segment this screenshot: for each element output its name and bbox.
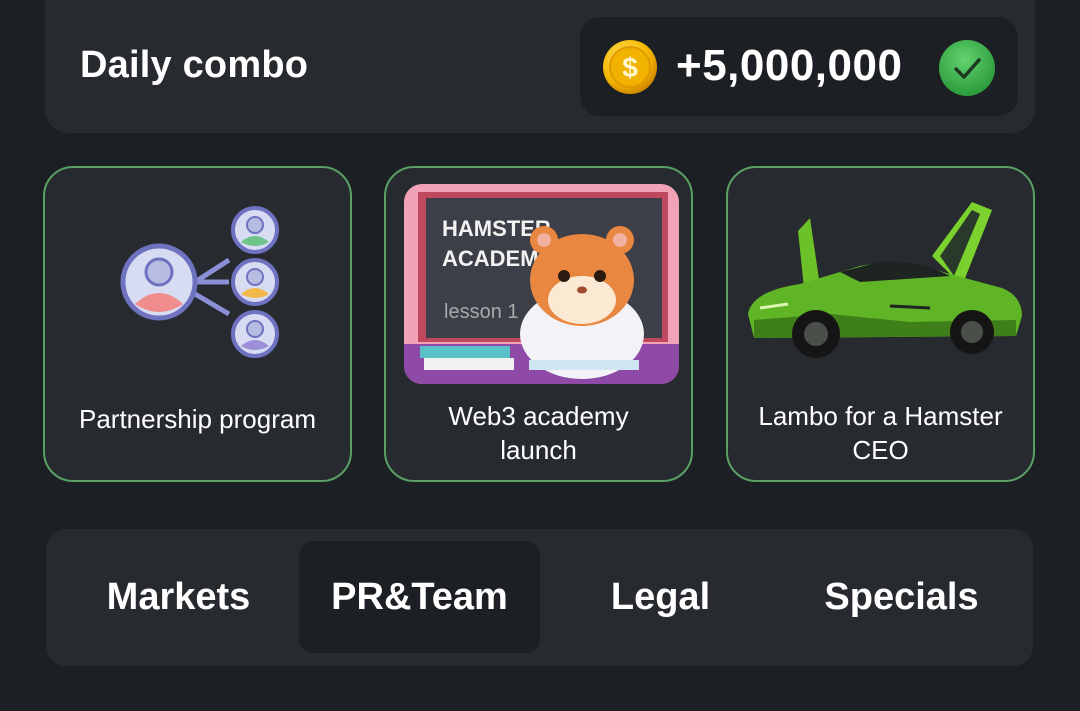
reward-amount: +5,000,000 — [676, 41, 903, 90]
card-label: Partnership program — [79, 404, 316, 434]
card-partnership-program[interactable]: Partnership program — [43, 166, 352, 482]
card-lambo-for-hamster-ceo[interactable]: Lambo for a Hamster CEO — [726, 166, 1035, 482]
hamster-academy-image: HAMSTER ACADEMY lesson 1 — [404, 184, 679, 384]
daily-combo-reward: $ +5,000,000 — [580, 17, 1018, 116]
tab-legal[interactable]: Legal — [540, 541, 781, 653]
svg-text:lesson 1: lesson 1 — [444, 301, 519, 323]
svg-text:$: $ — [622, 52, 638, 83]
green-lambo-image — [748, 202, 1022, 358]
card-label: Web3 academy launch — [448, 401, 629, 465]
tab-markets[interactable]: Markets — [58, 541, 299, 653]
tab-specials[interactable]: Specials — [781, 541, 1022, 653]
coin-icon: $ — [603, 40, 657, 94]
daily-combo-title: Daily combo — [80, 44, 309, 86]
tab-pr-team[interactable]: PR&Team — [299, 541, 540, 653]
check-icon — [939, 40, 995, 96]
card-web3-academy-launch[interactable]: HAMSTER ACADEMY lesson 1 Web3 academy la… — [384, 166, 693, 482]
card-label: Lambo for a Hamster CEO — [758, 401, 1003, 465]
category-tabs: Markets PR&Team Legal Specials — [46, 529, 1033, 666]
partner-network-icon — [120, 206, 279, 358]
